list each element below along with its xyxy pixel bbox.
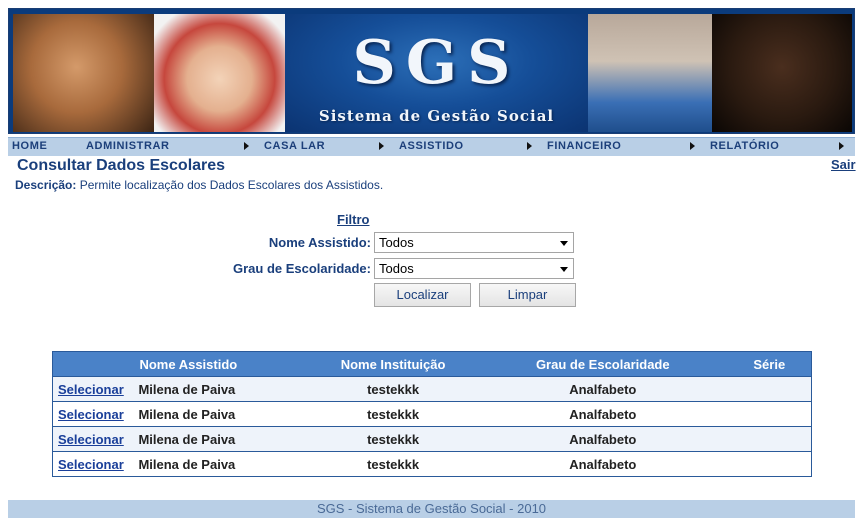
results-table: Nome Assistido Nome Instituição Grau de … [52,351,812,477]
menu-arrow-icon [839,142,844,150]
page-description: Descrição: Permite localização dos Dados… [15,178,383,192]
column-header-action [52,351,139,377]
grau-escolaridade-select[interactable]: Todos [374,258,574,279]
cell-nome-instituicao: testekkk [308,426,478,452]
cell-grau-escolaridade: Analfabeto [477,451,728,477]
banner-photo-child-smiling [13,14,154,132]
nome-assistido-value: Todos [379,235,414,250]
table-row: Selecionar Milena de Paiva testekkk Anal… [52,451,812,477]
grau-escolaridade-label: Grau de Escolaridade: [233,261,371,276]
description-text: Permite localização dos Dados Escolares … [76,178,384,192]
header-banner: SGS Sistema de Gestão Social [8,8,855,134]
nome-assistido-label: Nome Assistido: [268,235,371,250]
banner-logo-area: SGS Sistema de Gestão Social [285,14,588,132]
cell-serie [727,376,812,402]
cell-grau-escolaridade: Analfabeto [477,376,728,402]
chevron-down-icon [560,267,568,272]
menu-item-administrar[interactable]: ADMINISTRAR [86,140,170,152]
filter-title-link[interactable]: Filtro [337,212,370,227]
menu-arrow-icon [690,142,695,150]
table-row: Selecionar Milena de Paiva testekkk Anal… [52,401,812,427]
localizar-button[interactable]: Localizar [374,283,471,307]
cell-serie [727,401,812,427]
menu-item-casa-lar[interactable]: CASA LAR [264,140,325,152]
cell-nome-assistido: Milena de Paiva [138,426,309,452]
limpar-button[interactable]: Limpar [479,283,576,307]
banner-subtitle: Sistema de Gestão Social [318,107,555,125]
selecionar-link[interactable]: Selecionar [58,432,124,447]
table-row: Selecionar Milena de Paiva testekkk Anal… [52,426,812,452]
nome-assistido-select[interactable]: Todos [374,232,574,253]
menu-arrow-icon [379,142,384,150]
cell-serie [727,451,812,477]
sgs-logo: SGS [352,28,521,98]
menu-item-financeiro[interactable]: FINANCEIRO [547,140,621,152]
page-footer: SGS - Sistema de Gestão Social - 2010 [8,500,855,518]
banner-photo-boy-reading [588,14,712,132]
cell-nome-assistido: Milena de Paiva [138,401,309,427]
banner-photo-children-circle [154,14,285,132]
menu-item-home[interactable]: HOME [12,140,47,152]
table-header-row: Nome Assistido Nome Instituição Grau de … [52,351,812,377]
column-header-nome-assistido: Nome Assistido [138,351,309,377]
menu-arrow-icon [527,142,532,150]
cell-nome-instituicao: testekkk [308,376,478,402]
selecionar-link[interactable]: Selecionar [58,457,124,472]
menu-item-assistido[interactable]: ASSISTIDO [399,140,464,152]
description-label: Descrição: [15,178,77,192]
cell-nome-instituicao: testekkk [308,401,478,427]
column-header-grau-escolaridade: Grau de Escolaridade [477,351,728,377]
menu-arrow-icon [244,142,249,150]
cell-grau-escolaridade: Analfabeto [477,401,728,427]
page-title: Consultar Dados Escolares [17,157,226,174]
grau-escolaridade-value: Todos [379,261,414,276]
banner-photo-child-crying [712,14,852,132]
column-header-serie: Série [727,351,812,377]
menu-item-relatorio[interactable]: RELATÓRIO [710,140,779,152]
cell-serie [727,426,812,452]
cell-nome-assistido: Milena de Paiva [138,376,309,402]
cell-grau-escolaridade: Analfabeto [477,426,728,452]
logout-link[interactable]: Sair [831,157,856,172]
column-header-nome-instituicao: Nome Instituição [308,351,478,377]
cell-nome-instituicao: testekkk [308,451,478,477]
selecionar-link[interactable]: Selecionar [58,382,124,397]
selecionar-link[interactable]: Selecionar [58,407,124,422]
main-menu: HOME ADMINISTRAR CASA LAR ASSISTIDO FINA… [8,137,855,156]
cell-nome-assistido: Milena de Paiva [138,451,309,477]
table-row: Selecionar Milena de Paiva testekkk Anal… [52,376,812,402]
chevron-down-icon [560,241,568,246]
